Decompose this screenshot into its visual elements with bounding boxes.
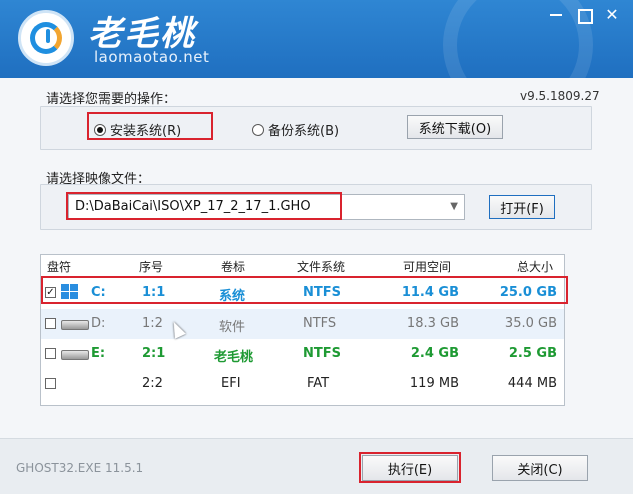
- cell-index: 2:2: [142, 376, 163, 391]
- cell-label: 老毛桃: [214, 350, 254, 365]
- image-path-value: D:\DaBaiCai\ISO\XP_17_2_17_1.GHO: [75, 199, 311, 214]
- operation-label: 请选择您需要的操作：: [46, 92, 177, 107]
- cell-fs: FAT: [307, 376, 330, 391]
- cell-label: 软件: [219, 320, 246, 335]
- windows-icon: [61, 284, 79, 300]
- cell-fs: NTFS: [303, 346, 341, 361]
- version-text: v9.5.1809.27: [520, 89, 600, 103]
- drive-icon: [61, 350, 89, 360]
- cell-total: 444 MB: [507, 376, 557, 391]
- image-path-select[interactable]: D:\DaBaiCai\ISO\XP_17_2_17_1.GHO ▼: [68, 194, 465, 220]
- partition-table: 盘符 序号 卷标 文件系统 可用空间 总大小 ✓ C: 1:1 系统 NTFS …: [40, 254, 565, 406]
- cell-drive: C:: [91, 285, 106, 300]
- logo-clock-icon: [18, 10, 74, 66]
- cell-label: 系统: [219, 289, 246, 304]
- cell-free: 2.4 GB: [410, 346, 459, 361]
- install-radio-label: 安装系统(R): [110, 124, 182, 139]
- cell-index: 1:1: [142, 285, 166, 300]
- cell-total: 2.5 GB: [508, 346, 557, 361]
- header-free: 可用空间: [403, 260, 452, 274]
- backup-radio-label: 备份系统(B): [268, 124, 340, 139]
- table-row[interactable]: ✓ C: 1:1 系统 NTFS 11.4 GB 25.0 GB: [41, 278, 564, 308]
- engine-version: GHOST32.EXE 11.5.1: [16, 461, 144, 475]
- radio-checked-icon[interactable]: [94, 123, 106, 136]
- cell-free: 11.4 GB: [401, 285, 459, 300]
- header-drive: 盘符: [47, 260, 72, 274]
- backup-radio[interactable]: 备份系统(B): [252, 120, 339, 139]
- execute-button[interactable]: 执行(E): [362, 455, 458, 481]
- header-total: 总大小: [517, 260, 554, 274]
- cell-total: 35.0 GB: [504, 316, 557, 331]
- cell-total: 25.0 GB: [499, 285, 557, 300]
- close-button[interactable]: 关闭(C): [492, 455, 588, 481]
- table-row[interactable]: D: 1:2 软件 NTFS 18.3 GB 35.0 GB: [41, 309, 564, 339]
- watermark-clock-icon: [443, 0, 593, 78]
- checkbox-checked-icon[interactable]: ✓: [45, 287, 56, 298]
- cell-index: 1:2: [142, 316, 163, 331]
- cell-label: EFI: [221, 376, 241, 391]
- checkbox-unchecked-icon[interactable]: [45, 378, 56, 389]
- open-file-button[interactable]: 打开(F): [489, 195, 555, 219]
- table-row[interactable]: 2:2 EFI FAT 119 MB 444 MB: [41, 369, 564, 399]
- install-radio[interactable]: 安装系统(R): [94, 120, 181, 139]
- cell-index: 2:1: [142, 346, 166, 361]
- cell-free: 119 MB: [409, 376, 459, 391]
- drive-icon: [61, 320, 89, 330]
- maximize-icon[interactable]: [572, 6, 596, 24]
- header-label: 卷标: [221, 260, 246, 274]
- checkbox-unchecked-icon[interactable]: [45, 348, 56, 359]
- chevron-down-icon[interactable]: ▼: [450, 195, 458, 219]
- radio-unchecked-icon[interactable]: [252, 123, 264, 136]
- title-bar: 老毛桃 laomaotao.net ✕: [0, 0, 633, 78]
- app-url: laomaotao.net: [94, 48, 210, 66]
- checkbox-unchecked-icon[interactable]: [45, 318, 56, 329]
- table-row[interactable]: E: 2:1 老毛桃 NTFS 2.4 GB 2.5 GB: [41, 339, 564, 369]
- close-icon[interactable]: ✕: [600, 6, 624, 24]
- cell-free: 18.3 GB: [406, 316, 459, 331]
- cell-fs: NTFS: [303, 316, 337, 331]
- cell-drive: D:: [91, 316, 106, 331]
- cell-fs: NTFS: [303, 285, 341, 300]
- minimize-icon[interactable]: [544, 6, 568, 24]
- header-index: 序号: [139, 260, 164, 274]
- table-header: 盘符 序号 卷标 文件系统 可用空间 总大小: [41, 255, 564, 277]
- system-download-button[interactable]: 系统下载(O): [407, 115, 503, 139]
- header-fs: 文件系统: [297, 260, 346, 274]
- cell-drive: E:: [91, 346, 106, 361]
